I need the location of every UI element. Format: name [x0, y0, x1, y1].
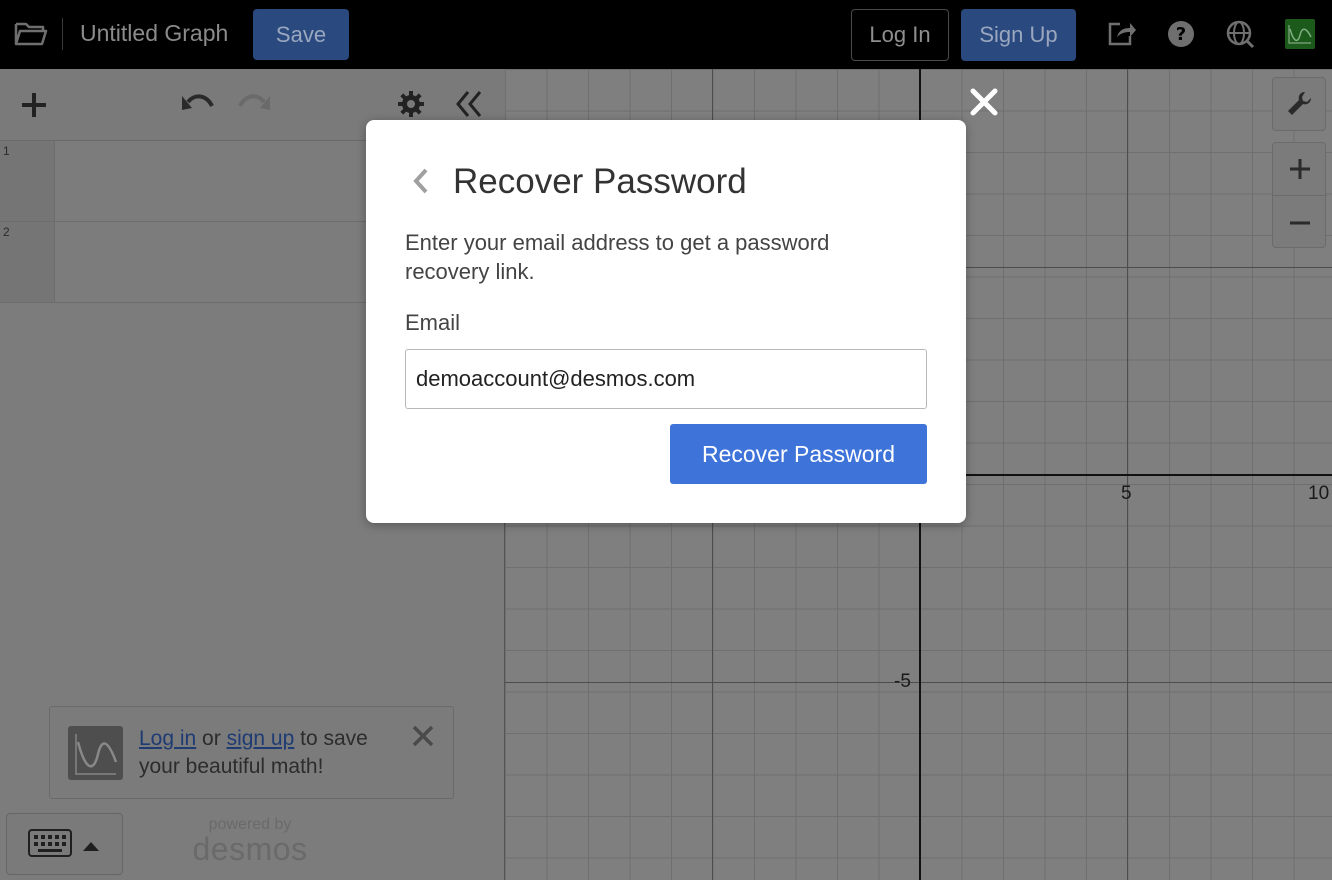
plus-icon [1290, 159, 1310, 179]
tick-label: -5 [894, 671, 911, 692]
graph-settings-button[interactable] [1272, 77, 1326, 131]
gear-icon[interactable] [394, 87, 428, 121]
dialog-title: Recover Password [453, 162, 747, 201]
tick-label: 10 [1308, 483, 1330, 504]
powered-by-desmos[interactable]: powered by desmos [190, 816, 310, 865]
expression-index: 1 [0, 141, 55, 221]
redo-icon[interactable] [236, 89, 274, 119]
svg-text:?: ? [1176, 24, 1186, 45]
save-button[interactable]: Save [253, 9, 349, 60]
save-promo: Log in or sign up to save your beautiful… [49, 706, 454, 799]
globe-icon[interactable] [1223, 17, 1257, 51]
recover-password-dialog: Recover Password Enter your email addres… [366, 120, 966, 523]
close-icon[interactable] [968, 86, 1000, 118]
folder-icon[interactable] [12, 18, 50, 50]
sign-up-button[interactable]: Sign Up [961, 9, 1076, 61]
keyboard-toggle-button[interactable] [6, 813, 123, 875]
close-icon[interactable] [410, 723, 436, 749]
log-in-button[interactable]: Log In [851, 9, 949, 61]
zoom-controls [1272, 142, 1327, 249]
top-bar: Untitled Graph Save Log In Sign Up ? [0, 0, 1332, 69]
log-in-link[interactable]: Log in [139, 727, 196, 750]
email-field[interactable] [405, 349, 927, 409]
keyboard-icon [28, 829, 72, 857]
email-label: Email [405, 310, 461, 335]
add-icon[interactable] [16, 87, 52, 123]
share-icon[interactable] [1104, 17, 1138, 51]
tick-label: 5 [1121, 483, 1132, 504]
undo-icon[interactable] [178, 89, 216, 119]
topbar-divider [62, 18, 63, 50]
promo-message: Log in or sign up to save your beautiful… [139, 727, 368, 778]
zoom-out-button[interactable] [1273, 196, 1327, 249]
caret-up-icon [81, 839, 101, 851]
help-icon[interactable]: ? [1164, 17, 1198, 51]
zoom-in-button[interactable] [1273, 143, 1327, 196]
dialog-description: Enter your email address to get a passwo… [405, 230, 830, 284]
wrench-icon [1288, 91, 1312, 115]
sign-up-link[interactable]: sign up [227, 727, 295, 750]
graph-title[interactable]: Untitled Graph [80, 20, 228, 47]
collapse-panel-icon[interactable] [452, 87, 486, 121]
desmos-graph-logo-icon [68, 726, 123, 780]
minus-icon [1290, 221, 1310, 224]
recover-password-button[interactable]: Recover Password [670, 424, 927, 484]
desmos-logo-icon[interactable] [1285, 19, 1315, 49]
chevron-left-icon[interactable] [410, 166, 432, 196]
expression-index: 2 [0, 222, 55, 302]
